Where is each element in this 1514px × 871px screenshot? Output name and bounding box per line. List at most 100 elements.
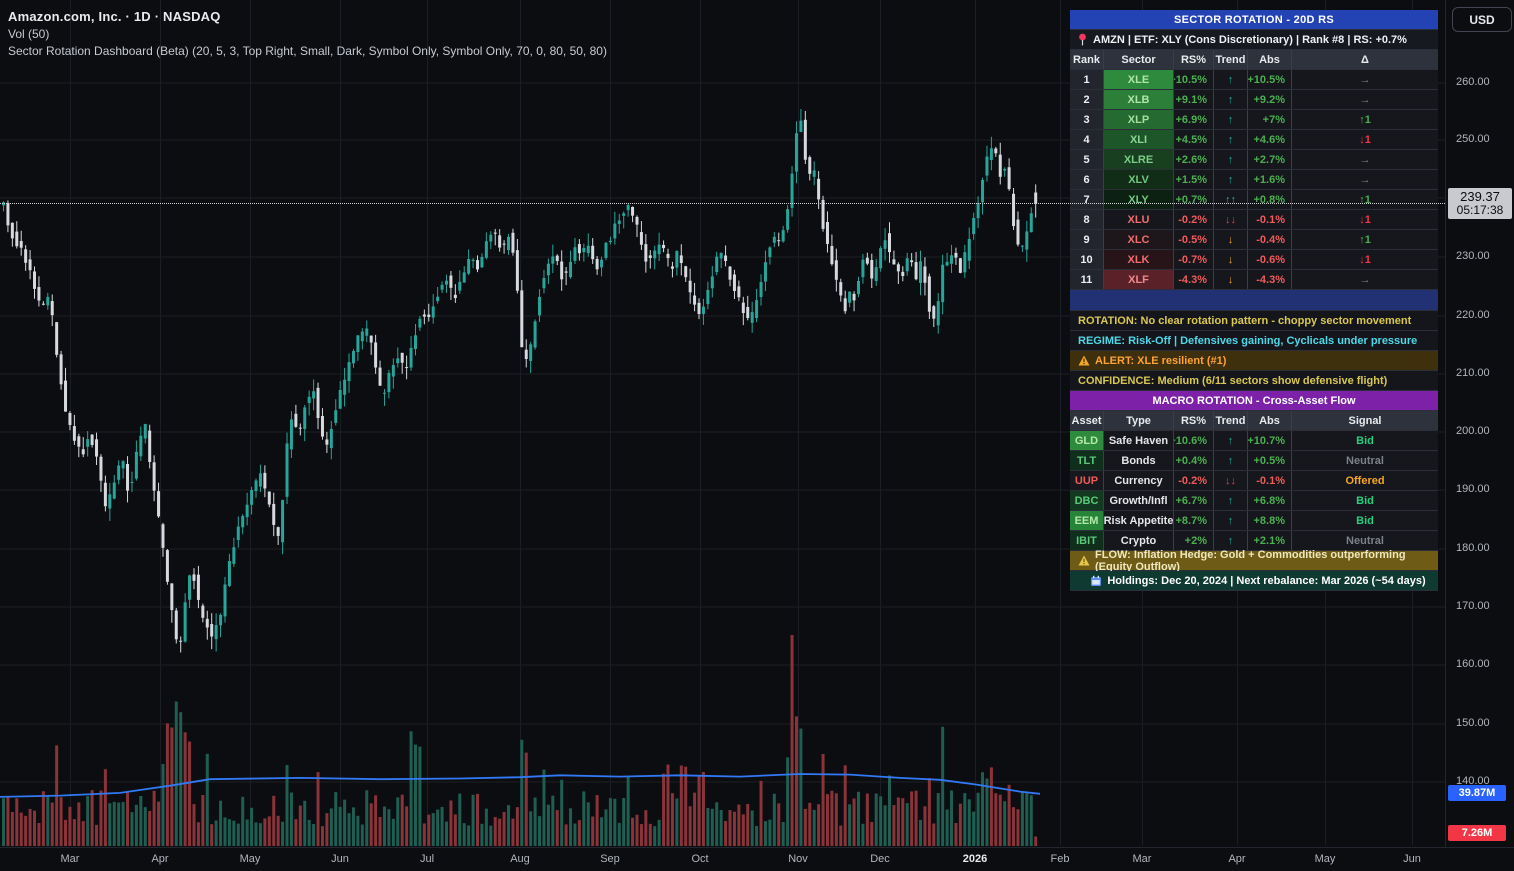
rs-cell: -0.2% [1173,210,1213,229]
dashboard-indicator-label: Sector Rotation Dashboard (Beta) (20, 5,… [8,44,607,58]
sector-cell: XLC [1103,230,1173,249]
sector-row-xlk: 10XLK-0.7%↓-0.6%↓1 [1070,250,1438,270]
type-cell: Risk Appetite [1103,511,1173,530]
trend-cell: ↑ [1213,130,1247,149]
sector-row-xlv: 6XLV+1.5%↑+1.6%→ [1070,170,1438,190]
bar-countdown: 05:17:38 [1448,204,1512,217]
rank-cell: 7 [1070,190,1103,209]
currency-toggle-button[interactable]: USD [1452,7,1512,32]
price-axis-label: 260.00 [1456,76,1490,88]
rank-cell: 3 [1070,110,1103,129]
abs-cell: +7% [1247,110,1291,129]
asset-cell: GLD [1070,431,1103,450]
rank-cell: 10 [1070,250,1103,269]
time-axis-label: May [1315,853,1336,865]
time-axis[interactable]: MarAprMayJunJulAugSepOctNovDec2026FebMar… [0,847,1514,871]
price-axis-label: 250.00 [1456,133,1490,145]
price-axis-label: 180.00 [1456,542,1490,554]
sector-cell: XLE [1103,70,1173,89]
trend-cell: ↓ [1213,250,1247,269]
legend-volume-row[interactable]: Vol (50) [8,25,607,42]
holdings-status-text: Holdings: Dec 20, 2024 | Next rebalance:… [1107,575,1425,587]
rank-cell: 8 [1070,210,1103,229]
time-axis-label: May [240,853,261,865]
time-axis-label: Aug [510,853,530,865]
sector-row-xlre: 5XLRE+2.6%↑+2.7%→ [1070,150,1438,170]
column-header: Trend [1213,50,1247,69]
rank-cell: 6 [1070,170,1103,189]
rank-cell: 1 [1070,70,1103,89]
macro-row-tlt: TLTBonds+0.4%↑+0.5%Neutral [1070,451,1438,471]
column-header: Trend [1213,411,1247,430]
delta-cell: ↑1 [1291,190,1438,209]
rs-cell: -0.5% [1173,230,1213,249]
legend-symbol-row[interactable]: Amazon.com, Inc. · 1D · NASDAQ [8,8,607,25]
price-axis-label: 230.00 [1456,250,1490,262]
time-axis-label: Nov [788,853,808,865]
abs-cell: +2.1% [1247,531,1291,550]
macro-table-header: AssetTypeRS%TrendAbsSignal [1070,411,1438,431]
sector-cell: XLY [1103,190,1173,209]
column-header: Rank [1070,50,1103,69]
abs-cell: +2.7% [1247,150,1291,169]
delta-cell: ↓1 [1291,210,1438,229]
sector-cell: XLK [1103,250,1173,269]
trend-cell: ↑ [1213,70,1247,89]
rs-cell: +1.5% [1173,170,1213,189]
signal-cell: Bid [1291,511,1438,530]
rs-cell: +2% [1173,531,1213,550]
price-axis-label: 220.00 [1456,309,1490,321]
type-cell: Currency [1103,471,1173,490]
abs-cell: +0.5% [1247,451,1291,470]
rs-cell: +10.6% [1173,431,1213,450]
time-axis-label: Mar [1133,853,1152,865]
abs-cell: -4.3% [1247,270,1291,289]
rs-cell: -4.3% [1173,270,1213,289]
rs-cell: +2.6% [1173,150,1213,169]
rotation-status-text: ROTATION: No clear rotation pattern - ch… [1078,315,1411,327]
type-cell: Growth/Infl [1103,491,1173,510]
time-axis-label: Jun [331,853,349,865]
rs-cell: +4.5% [1173,130,1213,149]
warning-icon [1078,555,1090,566]
trend-cell: ↑ [1213,110,1247,129]
trading-app: Amazon.com, Inc. · 1D · NASDAQ Vol (50) … [0,0,1514,871]
type-cell: Bonds [1103,451,1173,470]
sector-cell: XLB [1103,90,1173,109]
trend-cell: ↑ [1213,90,1247,109]
rank-cell: 4 [1070,130,1103,149]
signal-cell: Bid [1291,431,1438,450]
abs-cell: +10.7% [1247,431,1291,450]
sector-row-xlp: 3XLP+6.9%↑+7%↑1 [1070,110,1438,130]
abs-cell: -0.1% [1247,210,1291,229]
sector-cell: XLI [1103,130,1173,149]
abs-cell: -0.4% [1247,230,1291,249]
time-axis-label: Jul [420,853,434,865]
rank-cell: 11 [1070,270,1103,289]
column-header: RS% [1173,50,1213,69]
price-axis[interactable]: 239.37 05:17:38 39.87M 7.26M 260.00250.0… [1445,0,1514,847]
rank-cell: 5 [1070,150,1103,169]
abs-cell: -0.6% [1247,250,1291,269]
rs-cell: -0.2% [1173,471,1213,490]
column-header: Type [1103,411,1173,430]
trend-cell: ↑ [1213,170,1247,189]
current-price-dotted-line [0,203,1445,204]
delta-cell: → [1291,90,1438,109]
calendar-icon [1090,575,1102,587]
time-axis-label: Apr [151,853,168,865]
sector-row-xlf: 11XLF-4.3%↓-4.3%→ [1070,270,1438,290]
trend-cell: ↑ [1213,511,1247,530]
trend-cell: ↑↑ [1213,190,1247,209]
panel-symbol-row: AMZN | ETF: XLY (Cons Discretionary) | R… [1070,30,1438,50]
column-header: Δ [1291,50,1438,69]
sector-table-body: 1XLE+10.5%↑+10.5%→2XLB+9.1%↑+9.2%→3XLP+6… [1070,70,1438,290]
legend-dashboard-row[interactable]: Sector Rotation Dashboard (Beta) (20, 5,… [8,42,607,59]
alert-status-row: ALERT: XLE resilient (#1) [1070,351,1438,371]
price-axis-label: 160.00 [1456,658,1490,670]
confidence-status-text: CONFIDENCE: Medium (6/11 sectors show de… [1078,375,1387,387]
trend-cell: ↑ [1213,431,1247,450]
volume-ma-tag: 39.87M [1448,785,1506,801]
warning-icon [1078,355,1090,366]
current-price-value: 239.37 [1448,189,1512,204]
